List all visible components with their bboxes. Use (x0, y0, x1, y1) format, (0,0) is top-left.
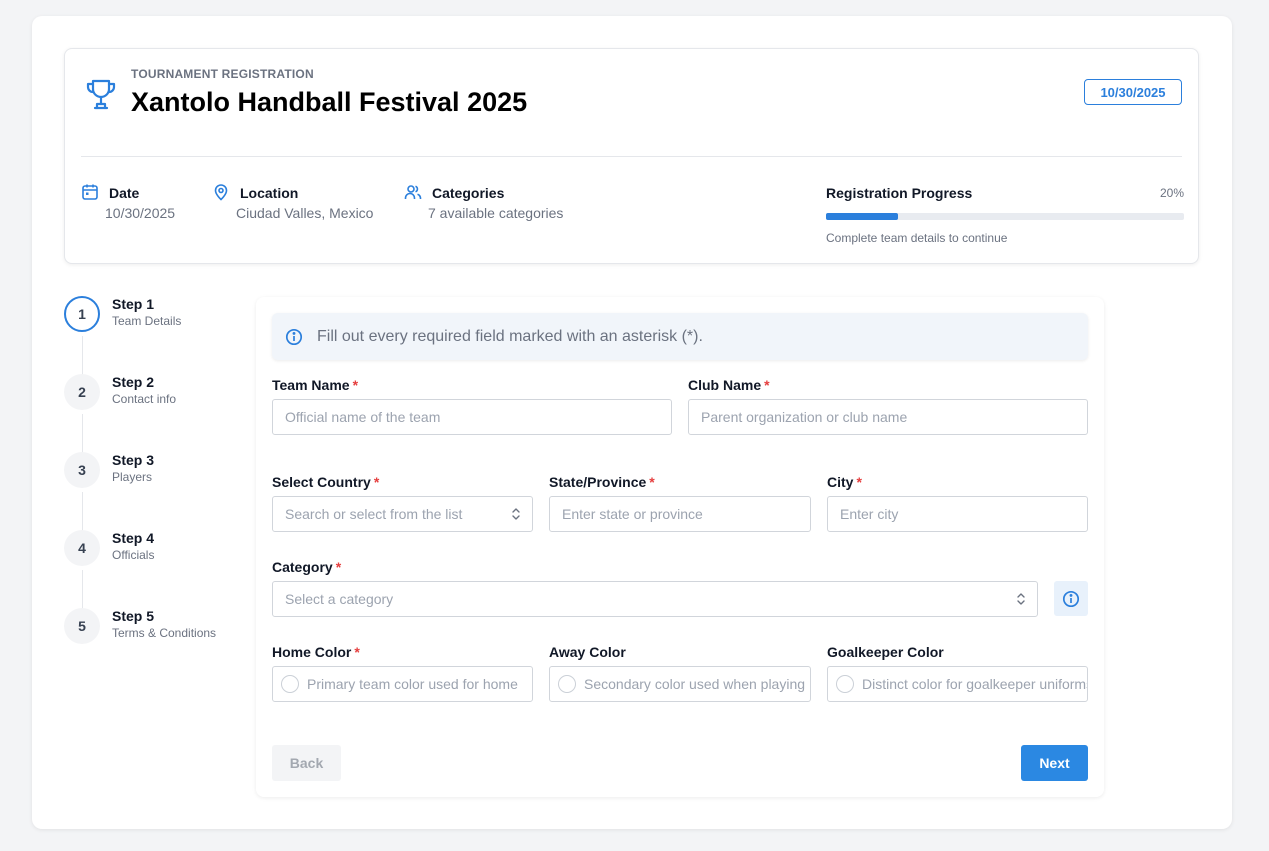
info-icon (1062, 590, 1080, 607)
progress-title: Registration Progress (826, 185, 973, 201)
home-color-field: Home Color * Primary team color used for … (272, 644, 533, 702)
chevron-up-down-icon (1017, 593, 1025, 605)
step-number: 3 (64, 452, 100, 488)
step-title: Step 4 (112, 530, 155, 546)
club-name-field: Club Name * Parent organization or club n… (688, 377, 1088, 435)
team-name-field: Team Name * Official name of the team (272, 377, 672, 435)
country-label: Select Country * (272, 474, 380, 490)
chevron-up-down-icon (512, 508, 520, 520)
step-1[interactable]: 1 Step 1 Team Details (64, 296, 244, 336)
club-name-label: Club Name * (688, 377, 770, 393)
home-color-input[interactable]: Primary team color used for home (272, 666, 533, 702)
goalkeeper-color-input[interactable]: Distinct color for goalkeeper uniforms (827, 666, 1088, 702)
team-details-form: Fill out every required field marked wit… (256, 297, 1104, 797)
date-badge: 10/30/2025 (1084, 79, 1182, 105)
step-connector (82, 492, 83, 534)
category-placeholder: Select a category (285, 591, 394, 607)
map-pin-icon (214, 184, 228, 201)
home-color-placeholder: Primary team color used for home (307, 676, 518, 692)
step-connector (82, 570, 83, 612)
step-5[interactable]: 5 Step 5 Terms & Conditions (64, 608, 244, 648)
away-color-label: Away Color (549, 644, 626, 660)
step-subtitle: Contact info (112, 392, 177, 406)
step-title: Step 5 (112, 608, 155, 624)
club-name-input[interactable]: Parent organization or club name (688, 399, 1088, 435)
trophy-icon (86, 79, 116, 110)
meta-date-label: Date (109, 185, 140, 201)
step-title: Step 3 (112, 452, 155, 468)
goalkeeper-color-field: Goalkeeper Color Distinct color for goal… (827, 644, 1088, 702)
away-color-field: Away Color Secondary color used when pla… (549, 644, 811, 702)
city-label: City * (827, 474, 862, 490)
page-card: TOURNAMENT REGISTRATION Xantolo Handball… (32, 16, 1232, 829)
step-connector (82, 336, 83, 378)
step-subtitle: Terms & Conditions (112, 626, 217, 640)
category-field: Category * Select a category (272, 559, 1038, 617)
page-kicker: TOURNAMENT REGISTRATION (131, 67, 314, 81)
event-summary-card: TOURNAMENT REGISTRATION Xantolo Handball… (64, 48, 1199, 264)
color-swatch[interactable] (558, 675, 576, 693)
category-info-button[interactable] (1054, 581, 1088, 616)
step-number: 2 (64, 374, 100, 410)
state-label: State/Province * (549, 474, 655, 490)
step-4[interactable]: 4 Step 4 Officials (64, 530, 244, 570)
back-button[interactable]: Back (272, 745, 341, 781)
step-title: Step 2 (112, 374, 155, 390)
progress-track (826, 213, 1184, 220)
away-color-placeholder: Secondary color used when playing (584, 676, 806, 692)
step-number: 1 (64, 296, 100, 332)
team-name-input[interactable]: Official name of the team (272, 399, 672, 435)
color-swatch[interactable] (281, 675, 299, 693)
divider (81, 156, 1182, 157)
required-fields-notice: Fill out every required field marked wit… (272, 313, 1088, 360)
city-field: City * Enter city (827, 474, 1088, 532)
step-connector (82, 414, 83, 456)
meta-location-value: Ciudad Valles, Mexico (236, 205, 374, 221)
away-color-input[interactable]: Secondary color used when playing (549, 666, 811, 702)
color-swatch[interactable] (836, 675, 854, 693)
country-field: Select Country * Search or select from th… (272, 474, 533, 532)
users-icon (404, 185, 422, 199)
meta-categories-label: Categories (432, 185, 505, 201)
registration-progress: Registration Progress 20% Complete team … (826, 185, 1184, 245)
progress-fill (826, 213, 898, 220)
category-select[interactable]: Select a category (272, 581, 1038, 617)
step-subtitle: Officials (112, 548, 155, 562)
country-placeholder: Search or select from the list (285, 506, 463, 522)
meta-categories-value: 7 available categories (428, 205, 564, 221)
page-title: Xantolo Handball Festival 2025 (131, 87, 528, 117)
step-title: Step 1 (112, 296, 155, 312)
country-select[interactable]: Search or select from the list (272, 496, 533, 532)
goalkeeper-color-placeholder: Distinct color for goalkeeper uniforms (862, 676, 1088, 692)
state-field: State/Province * Enter state or province (549, 474, 811, 532)
step-3[interactable]: 3 Step 3 Players (64, 452, 244, 492)
goalkeeper-color-label: Goalkeeper Color (827, 644, 944, 660)
team-name-label: Team Name * (272, 377, 359, 393)
category-label: Category * (272, 559, 342, 575)
state-input[interactable]: Enter state or province (549, 496, 811, 532)
step-subtitle: Players (112, 470, 153, 484)
meta-location-label: Location (240, 185, 299, 201)
meta-date-value: 10/30/2025 (105, 205, 176, 221)
step-number: 5 (64, 608, 100, 644)
step-number: 4 (64, 530, 100, 566)
next-button[interactable]: Next (1021, 745, 1088, 781)
progress-percent: 20% (1159, 186, 1184, 200)
info-icon (285, 328, 303, 345)
city-input[interactable]: Enter city (827, 496, 1088, 532)
calendar-icon (82, 184, 98, 200)
home-color-label: Home Color * (272, 644, 360, 660)
step-2[interactable]: 2 Step 2 Contact info (64, 374, 244, 414)
step-subtitle: Team Details (112, 314, 182, 328)
notice-text: Fill out every required field marked wit… (317, 327, 703, 345)
progress-hint: Complete team details to continue (826, 231, 1008, 245)
